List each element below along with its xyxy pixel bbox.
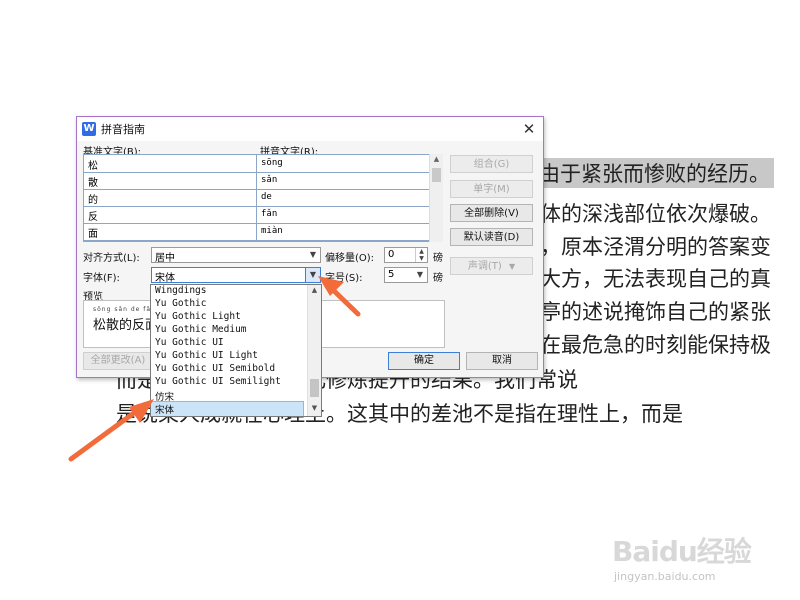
doc-line: ，原本泾渭分明的答案变 xyxy=(540,235,771,259)
chevron-down-icon: ▼ xyxy=(416,270,424,279)
doc-line: 大方，无法表现自己的真 xyxy=(540,267,771,291)
spin-down-icon[interactable]: ▼ xyxy=(415,255,427,262)
pinyin-cell[interactable]: miàn xyxy=(261,226,283,236)
watermark-url: jingyan.baidu.com xyxy=(614,570,716,583)
dialog-title: 拼音指南 xyxy=(101,123,145,136)
ok-button[interactable]: 确定 xyxy=(388,352,460,370)
wps-writer-icon: W xyxy=(82,122,96,136)
size-unit: 磅 xyxy=(433,273,443,284)
base-cell[interactable]: 散 xyxy=(88,174,98,189)
baidu-watermark: Baidu经验 jingyan.baidu.com xyxy=(612,520,762,590)
delete-all-button[interactable]: 全部删除(V) xyxy=(450,204,533,222)
spin-up-icon[interactable]: ▲ xyxy=(415,248,427,255)
preview-text: 松散的反面 xyxy=(93,318,159,333)
offset-stepper[interactable]: 0 ▲ ▼ xyxy=(384,247,428,263)
chevron-down-icon[interactable]: ▼ xyxy=(305,268,320,282)
chevron-down-icon: ▼ xyxy=(309,250,317,259)
apply-all-button[interactable]: 全部更改(A) xyxy=(83,352,153,370)
pinyin-cell[interactable]: sǎn xyxy=(261,175,277,185)
doc-line: 亭的述说掩饰自己的紧张 xyxy=(540,300,771,324)
grid-row: 面 miàn xyxy=(84,223,430,241)
dialog-titlebar[interactable]: W 拼音指南 ✕ xyxy=(77,117,543,141)
font-option[interactable]: Yu Gothic UI xyxy=(155,337,224,348)
dropdown-scrollbar[interactable]: ▲ ▼ xyxy=(307,285,321,416)
offset-value: 0 xyxy=(388,249,395,260)
grid-row: 的 de xyxy=(84,189,430,207)
base-cell[interactable]: 的 xyxy=(88,191,98,206)
offset-label: 偏移量(O): xyxy=(325,253,375,264)
font-select[interactable]: 宋体 ▼ xyxy=(151,267,321,284)
align-select[interactable]: 居中 ▼ xyxy=(151,247,321,264)
tone-button-label: 声调(T) xyxy=(467,261,502,272)
scroll-up-icon[interactable]: ▲ xyxy=(308,286,321,294)
single-char-button[interactable]: 单字(M) xyxy=(450,180,533,198)
close-icon[interactable]: ✕ xyxy=(519,119,539,139)
cancel-button[interactable]: 取消 xyxy=(466,352,538,370)
offset-unit: 磅 xyxy=(433,253,443,264)
font-option[interactable]: Yu Gothic xyxy=(155,298,206,309)
doc-line: 在最危急的时刻能保持极 xyxy=(540,333,771,357)
tone-button[interactable]: 声调(T) ▼ xyxy=(450,257,533,275)
chevron-down-icon: ▼ xyxy=(508,262,516,271)
font-option-selected[interactable]: 宋体 xyxy=(151,401,304,416)
base-cell[interactable]: 反 xyxy=(88,208,98,223)
scroll-down-icon[interactable]: ▼ xyxy=(308,404,321,412)
grid-row: 反 fǎn xyxy=(84,206,430,224)
base-cell[interactable]: 松 xyxy=(88,157,98,172)
font-label: 字体(F): xyxy=(83,273,120,284)
doc-line: 由于紧张而惨败的经历。 xyxy=(535,158,774,188)
grid-row: 散 sǎn xyxy=(84,172,430,190)
size-label: 字号(S): xyxy=(325,273,363,284)
font-option[interactable]: Wingdings xyxy=(155,285,206,296)
font-option[interactable]: Yu Gothic Light xyxy=(155,311,241,322)
pinyin-cell[interactable]: fǎn xyxy=(261,209,277,219)
font-option[interactable]: Yu Gothic UI Light xyxy=(155,350,258,361)
grid-row: 松 sōng xyxy=(84,155,430,173)
font-option[interactable]: Yu Gothic UI Semilight xyxy=(155,376,281,387)
scrollbar-thumb[interactable] xyxy=(310,379,319,397)
size-value: 5 xyxy=(388,269,395,280)
watermark-brand: Baidu经验 xyxy=(612,535,752,568)
align-label: 对齐方式(L): xyxy=(83,253,140,264)
align-value: 居中 xyxy=(155,253,175,264)
scroll-up-icon[interactable]: ▲ xyxy=(430,155,443,163)
scrollbar-thumb[interactable] xyxy=(432,168,441,182)
font-value: 宋体 xyxy=(155,273,175,284)
default-reading-button[interactable]: 默认读音(D) xyxy=(450,228,533,246)
grid-scrollbar[interactable]: ▲ xyxy=(429,154,443,242)
font-option[interactable]: Yu Gothic Medium xyxy=(155,324,247,335)
font-option[interactable]: Yu Gothic UI Semibold xyxy=(155,363,275,374)
size-select[interactable]: 5 ▼ xyxy=(384,267,428,283)
pinyin-cell[interactable]: sōng xyxy=(261,158,283,168)
pinyin-grid: 松 sōng 散 sǎn 的 de 反 fǎn 面 miàn xyxy=(83,154,431,242)
font-option[interactable]: 仿宋 xyxy=(155,389,174,403)
combine-button[interactable]: 组合(G) xyxy=(450,155,533,173)
pinyin-cell[interactable]: de xyxy=(261,192,272,202)
doc-line: 体的深浅部位依次爆破。 xyxy=(540,202,771,226)
font-dropdown-list: Wingdings Yu Gothic Yu Gothic Light Yu G… xyxy=(150,284,322,417)
base-cell[interactable]: 面 xyxy=(88,225,98,240)
